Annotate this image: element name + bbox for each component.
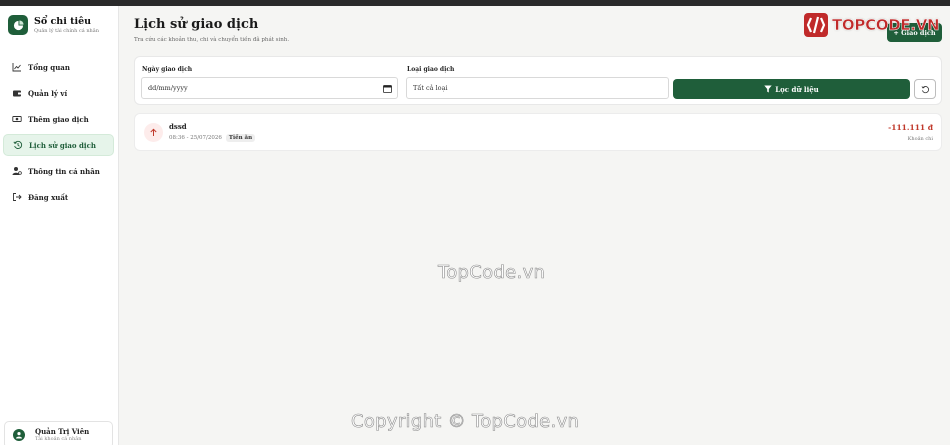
brand-title: Sổ chi tiêu <box>34 15 92 27</box>
reset-icon <box>921 85 929 93</box>
topcode-logo-text: TOPCODE.VN <box>832 16 940 35</box>
sidebar-item-history[interactable]: Lịch sử giao dịch <box>3 134 114 156</box>
type-filter-value: Tất cả loại <box>413 84 448 92</box>
sidebar-item-label: Thông tin cá nhân <box>28 166 100 176</box>
sidebar-item-label: Đăng xuất <box>28 192 69 202</box>
topcode-watermark-center: TopCode.vn <box>438 262 546 284</box>
brand-subtitle: Quản lý tài chính cá nhân <box>34 27 99 34</box>
sidebar-item-add-transaction[interactable]: Thêm giao dịch <box>3 108 114 130</box>
sidebar-item-label: Lịch sử giao dịch <box>29 140 96 150</box>
money-add-icon <box>12 114 22 124</box>
page-subtitle: Tra cứu các khoản thu, chi và chuyển tiề… <box>134 37 290 43</box>
topcode-logo-icon <box>804 13 828 37</box>
user-gear-icon <box>12 166 22 176</box>
type-filter-select[interactable]: Tất cả loại <box>406 77 669 99</box>
filter-button-label: Lọc dữ liệu <box>775 84 819 94</box>
sidebar-item-overview[interactable]: Tổng quan <box>3 56 114 78</box>
type-filter-label: Loại giao dịch <box>407 66 455 73</box>
sidebar-item-profile[interactable]: Thông tin cá nhân <box>3 160 114 182</box>
transaction-name: dssd <box>169 122 187 131</box>
logout-icon <box>12 192 22 202</box>
sidebar-nav: Tổng quan Quản lý ví Thêm giao dịch Lịch… <box>3 56 114 212</box>
window-top-bar <box>0 0 950 6</box>
user-icon <box>13 429 25 441</box>
arrow-up-icon <box>144 123 163 142</box>
sidebar-item-logout[interactable]: Đăng xuất <box>3 186 114 208</box>
transaction-amount: -111.111 đ <box>888 123 933 132</box>
history-icon <box>13 140 23 150</box>
user-info: Quản Trị Viên Tài khoản cá nhân <box>35 427 89 443</box>
wallet-icon <box>12 88 22 98</box>
user-card[interactable]: Quản Trị Viên Tài khoản cá nhân <box>4 421 113 445</box>
filter-button[interactable]: Lọc dữ liệu <box>673 79 910 99</box>
transaction-time: 08:36 - 25/07/2026 <box>169 135 222 141</box>
transaction-row[interactable]: dssd 08:36 - 25/07/2026 Tiền ăn -111.111… <box>134 113 942 151</box>
sidebar-item-label: Thêm giao dịch <box>28 114 89 124</box>
topcode-watermark-logo: TOPCODE.VN <box>803 12 940 38</box>
transaction-type: Khoản chi <box>907 136 933 142</box>
date-filter-label: Ngày giao dịch <box>142 66 193 73</box>
copyright-watermark: Copyright © TopCode.vn <box>351 411 580 433</box>
reset-filter-button[interactable] <box>914 79 936 99</box>
page-title: Lịch sử giao dịch <box>134 17 259 32</box>
sidebar-item-wallets[interactable]: Quản lý ví <box>3 82 114 104</box>
funnel-icon <box>764 85 772 93</box>
brand[interactable]: Sổ chi tiêu Quản lý tài chính cá nhân <box>8 15 99 35</box>
sidebar-item-label: Tổng quan <box>28 62 70 72</box>
user-name: Quản Trị Viên <box>35 427 90 436</box>
transaction-meta: 08:36 - 25/07/2026 Tiền ăn <box>169 134 256 142</box>
filter-panel: Ngày giao dịch dd/mm/yyyy Loại giao dịch… <box>134 56 942 105</box>
calendar-icon[interactable] <box>383 84 392 95</box>
sidebar-item-label: Quản lý ví <box>28 88 68 98</box>
trend-chart-icon <box>12 62 22 72</box>
sidebar: Sổ chi tiêu Quản lý tài chính cá nhân Tổ… <box>0 6 119 445</box>
pie-chart-icon <box>8 15 28 35</box>
transaction-category-badge: Tiền ăn <box>225 134 256 142</box>
date-filter-input[interactable]: dd/mm/yyyy <box>141 77 398 99</box>
user-role: Tài khoản cá nhân <box>35 436 82 442</box>
date-filter-placeholder: dd/mm/yyyy <box>148 84 188 92</box>
brand-text: Sổ chi tiêu Quản lý tài chính cá nhân <box>34 16 99 35</box>
